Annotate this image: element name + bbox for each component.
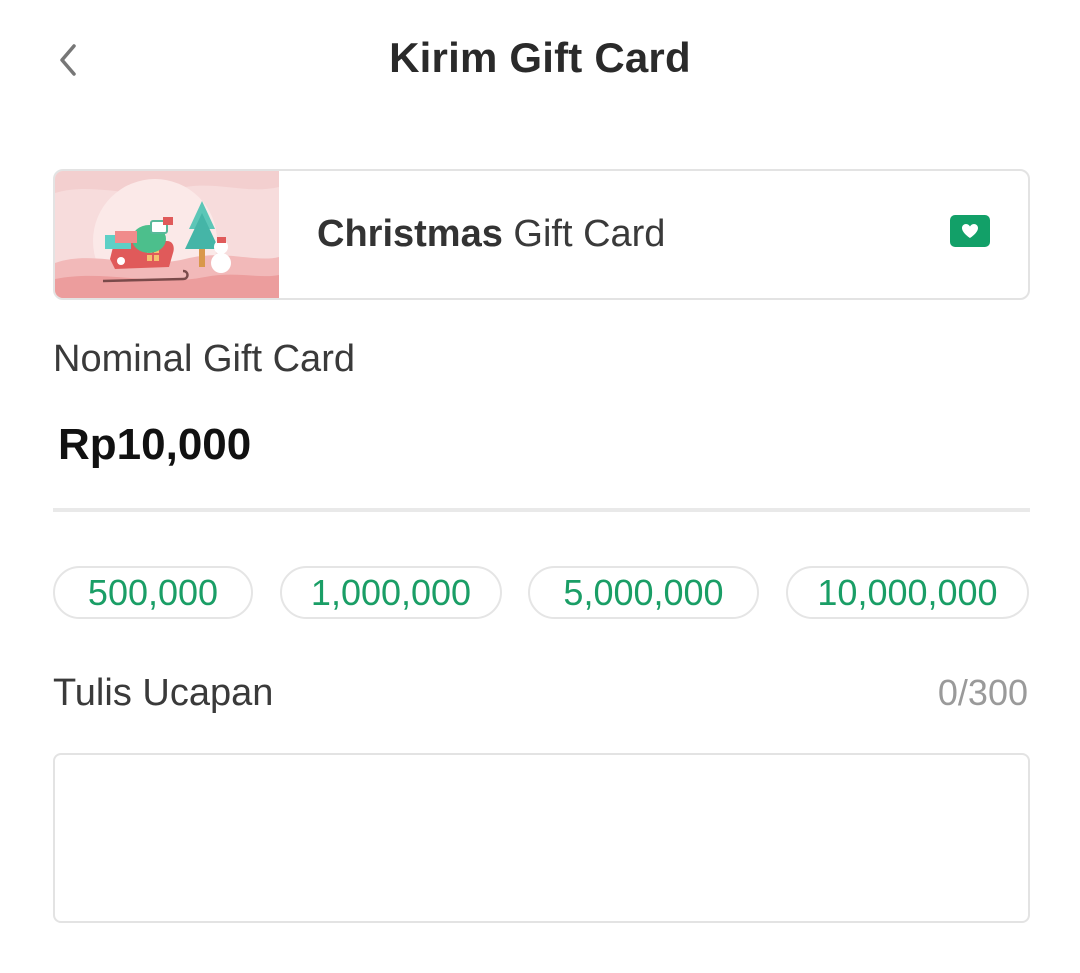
amount-chip-5000000[interactable]: 5,000,000 xyxy=(528,566,759,619)
message-char-counter: 0/300 xyxy=(937,672,1028,713)
amount-chip-group: 500,000 1,000,000 5,000,000 10,000,000 xyxy=(53,566,1030,620)
page-title: Kirim Gift Card xyxy=(389,34,691,81)
message-input[interactable] xyxy=(53,753,1030,923)
header-bar: Kirim Gift Card xyxy=(0,0,1080,120)
favorite-badge[interactable] xyxy=(950,215,990,247)
gift-card-item[interactable]: Christmas Gift Card xyxy=(53,169,1030,300)
amount-chip-10000000[interactable]: 10,000,000 xyxy=(786,566,1029,619)
heart-icon xyxy=(962,224,978,238)
nominal-amount-field[interactable]: Rp10,000 xyxy=(58,420,251,470)
amount-chip-1000000[interactable]: 1,000,000 xyxy=(280,566,502,619)
gift-card-name: Christmas Gift Card xyxy=(317,213,665,256)
amount-underline xyxy=(53,508,1030,512)
amount-chip-500000[interactable]: 500,000 xyxy=(53,566,253,619)
message-label: Tulis Ucapan xyxy=(53,672,274,714)
gift-card-name-bold: Christmas xyxy=(317,213,503,255)
gift-card-name-rest: Gift Card xyxy=(502,213,666,255)
christmas-gift-card-image xyxy=(55,171,279,298)
nominal-label: Nominal Gift Card xyxy=(53,338,355,380)
